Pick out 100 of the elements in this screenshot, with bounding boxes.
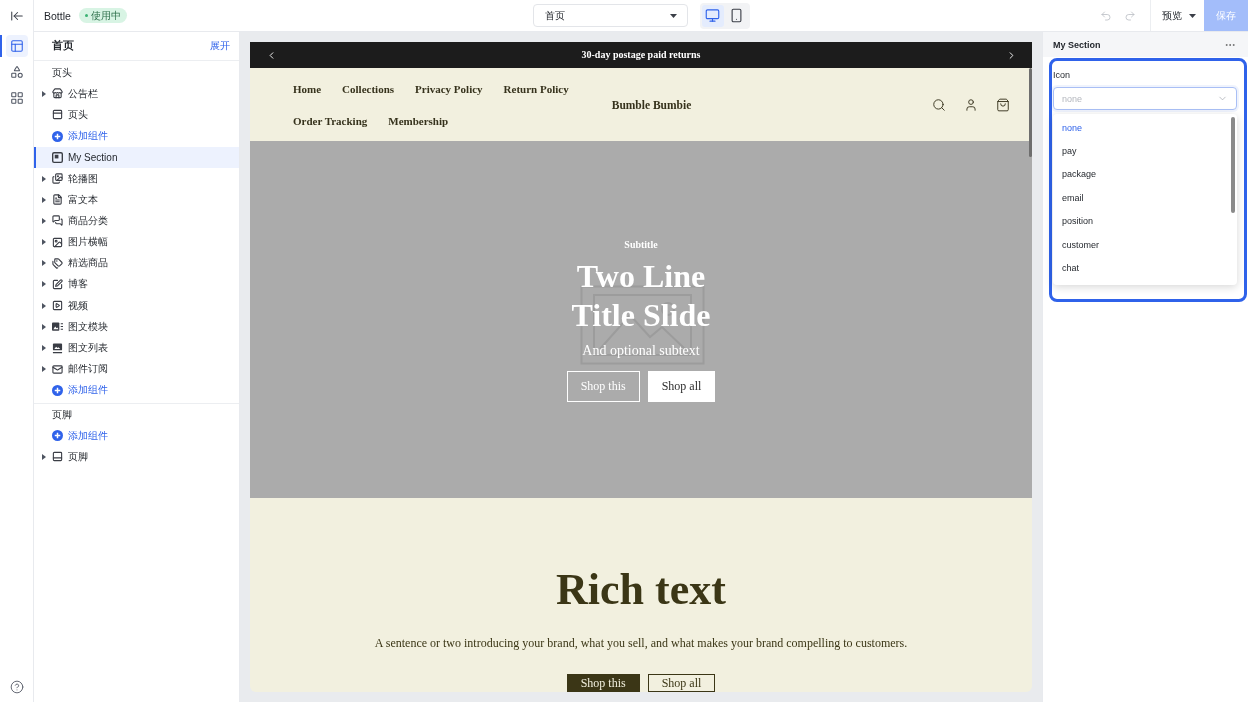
hero-subtitle: Subtitle xyxy=(624,237,658,252)
shapes-icon xyxy=(9,65,24,79)
mail-icon xyxy=(52,363,63,375)
caret-right-icon[interactable] xyxy=(41,453,46,460)
add-section-button[interactable]: 添加组件 xyxy=(34,425,112,447)
store-logo[interactable]: Bumble Bumbie xyxy=(601,97,702,112)
item-label: My Section xyxy=(68,151,118,163)
monitor-icon xyxy=(705,8,720,23)
nav-link[interactable]: Collections xyxy=(342,81,395,96)
item-label: 富文本 xyxy=(68,192,98,207)
scrollbar-thumb[interactable] xyxy=(1029,68,1032,157)
expand-link[interactable]: 展开 xyxy=(210,39,230,53)
caret-right-icon[interactable] xyxy=(41,345,46,352)
nav-link[interactable]: Privacy Policy xyxy=(415,81,483,96)
grid-icon xyxy=(9,91,24,105)
undo-icon xyxy=(1100,9,1112,22)
scrollbar-thumb[interactable] xyxy=(1231,117,1235,213)
help-button[interactable] xyxy=(8,679,25,695)
redo-icon xyxy=(1124,9,1136,22)
hero-subtext: And optional subtext xyxy=(582,341,700,360)
caret-right-icon[interactable] xyxy=(41,175,46,182)
item-label: 公告栏 xyxy=(68,86,98,101)
chat-bubbles-icon xyxy=(52,215,63,227)
nav-link[interactable]: Home xyxy=(293,81,322,96)
plus-circle-icon xyxy=(52,130,63,142)
tree-item[interactable]: My Section xyxy=(34,146,239,168)
image-list-icon xyxy=(52,342,63,354)
item-label: 邮件订阅 xyxy=(68,362,108,377)
tree-item[interactable]: 精选商品 xyxy=(34,252,239,274)
exit-icon xyxy=(9,9,24,23)
panel-top-icon xyxy=(52,109,63,121)
panel-bottom-icon xyxy=(52,451,63,463)
dropdown-option[interactable]: package xyxy=(1053,162,1225,187)
layout-icon xyxy=(9,39,24,53)
site-name: Bottle xyxy=(44,9,71,22)
tree-item[interactable]: 图文模块 xyxy=(34,316,239,338)
caret-right-icon[interactable] xyxy=(41,366,46,373)
image-icon xyxy=(52,236,63,248)
document-icon xyxy=(52,194,63,206)
caret-right-icon[interactable] xyxy=(41,196,46,203)
search-button[interactable] xyxy=(931,97,946,112)
play-icon xyxy=(52,300,63,312)
add-section-button[interactable]: 添加组件 xyxy=(34,125,112,147)
tree-item[interactable]: 视频 xyxy=(34,295,239,317)
page-select[interactable]: 首页 xyxy=(532,4,688,27)
hero-title: Title Slide xyxy=(571,295,711,335)
item-label: 精选商品 xyxy=(68,256,108,271)
tree-item[interactable]: 富文本 xyxy=(34,189,239,211)
add-section-button[interactable]: 添加组件 xyxy=(34,379,112,401)
tags-icon xyxy=(52,257,63,269)
item-label: 商品分类 xyxy=(68,213,108,228)
caret-right-icon[interactable] xyxy=(41,239,46,246)
user-icon xyxy=(963,97,978,112)
dropdown-option[interactable]: customer xyxy=(1053,232,1225,257)
item-label: 博客 xyxy=(68,277,88,292)
caret-right-icon[interactable] xyxy=(41,260,46,267)
dropdown-option[interactable]: none xyxy=(1053,116,1225,140)
preview-button[interactable]: 预览 xyxy=(1154,0,1204,31)
cart-button[interactable] xyxy=(995,97,1010,112)
sidebar-title: 首页 xyxy=(52,39,74,53)
store-icon xyxy=(52,88,63,100)
shop-button[interactable]: Shop all xyxy=(647,674,716,692)
tree-item[interactable]: 图文列表 xyxy=(34,337,239,359)
nav-link[interactable]: Membership xyxy=(388,113,449,128)
desktop-view-toggle[interactable] xyxy=(701,4,724,27)
caret-right-icon[interactable] xyxy=(41,217,46,224)
shop-button[interactable]: Shop this xyxy=(566,674,640,692)
account-button[interactable] xyxy=(963,97,978,112)
tree-item[interactable]: 图片横幅 xyxy=(34,231,239,253)
item-label: 图文模块 xyxy=(68,319,108,334)
caret-right-icon[interactable] xyxy=(41,323,46,330)
dropdown-option[interactable]: email xyxy=(1053,186,1225,210)
plus-circle-icon xyxy=(52,384,63,396)
tree-item[interactable]: 商品分类 xyxy=(34,210,239,232)
caret-right-icon[interactable] xyxy=(41,281,46,288)
dropdown-option[interactable]: position xyxy=(1053,209,1225,233)
bag-icon xyxy=(995,97,1010,112)
search-icon xyxy=(931,97,946,112)
tree-item[interactable]: 博客 xyxy=(34,273,239,296)
group-label: 页头 xyxy=(52,65,72,80)
item-label: 页头 xyxy=(68,107,88,122)
tree-item[interactable]: 邮件订阅 xyxy=(34,358,239,380)
tree-item[interactable]: 页脚 xyxy=(34,446,239,468)
item-label: 图片横幅 xyxy=(68,235,108,250)
tree-item[interactable]: 公告栏 xyxy=(34,83,239,105)
shop-button[interactable]: Shop all xyxy=(647,370,716,402)
caret-right-icon[interactable] xyxy=(41,90,46,97)
images-icon xyxy=(52,173,63,185)
nav-link[interactable]: Return Policy xyxy=(503,81,569,96)
caret-right-icon[interactable] xyxy=(41,302,46,309)
caret-down-icon xyxy=(669,13,677,18)
rich-text-heading: Rich text xyxy=(556,565,726,615)
dropdown-option[interactable]: pay xyxy=(1053,139,1225,163)
tree-item[interactable]: 轮播图 xyxy=(34,167,239,190)
nav-link[interactable]: Order Tracking xyxy=(293,113,368,128)
square-icon xyxy=(52,151,63,163)
phone-icon xyxy=(729,8,744,23)
dropdown-option[interactable]: chat xyxy=(1053,256,1225,280)
item-label: 图文列表 xyxy=(68,341,108,356)
tree-item[interactable]: 页头 xyxy=(34,104,239,126)
